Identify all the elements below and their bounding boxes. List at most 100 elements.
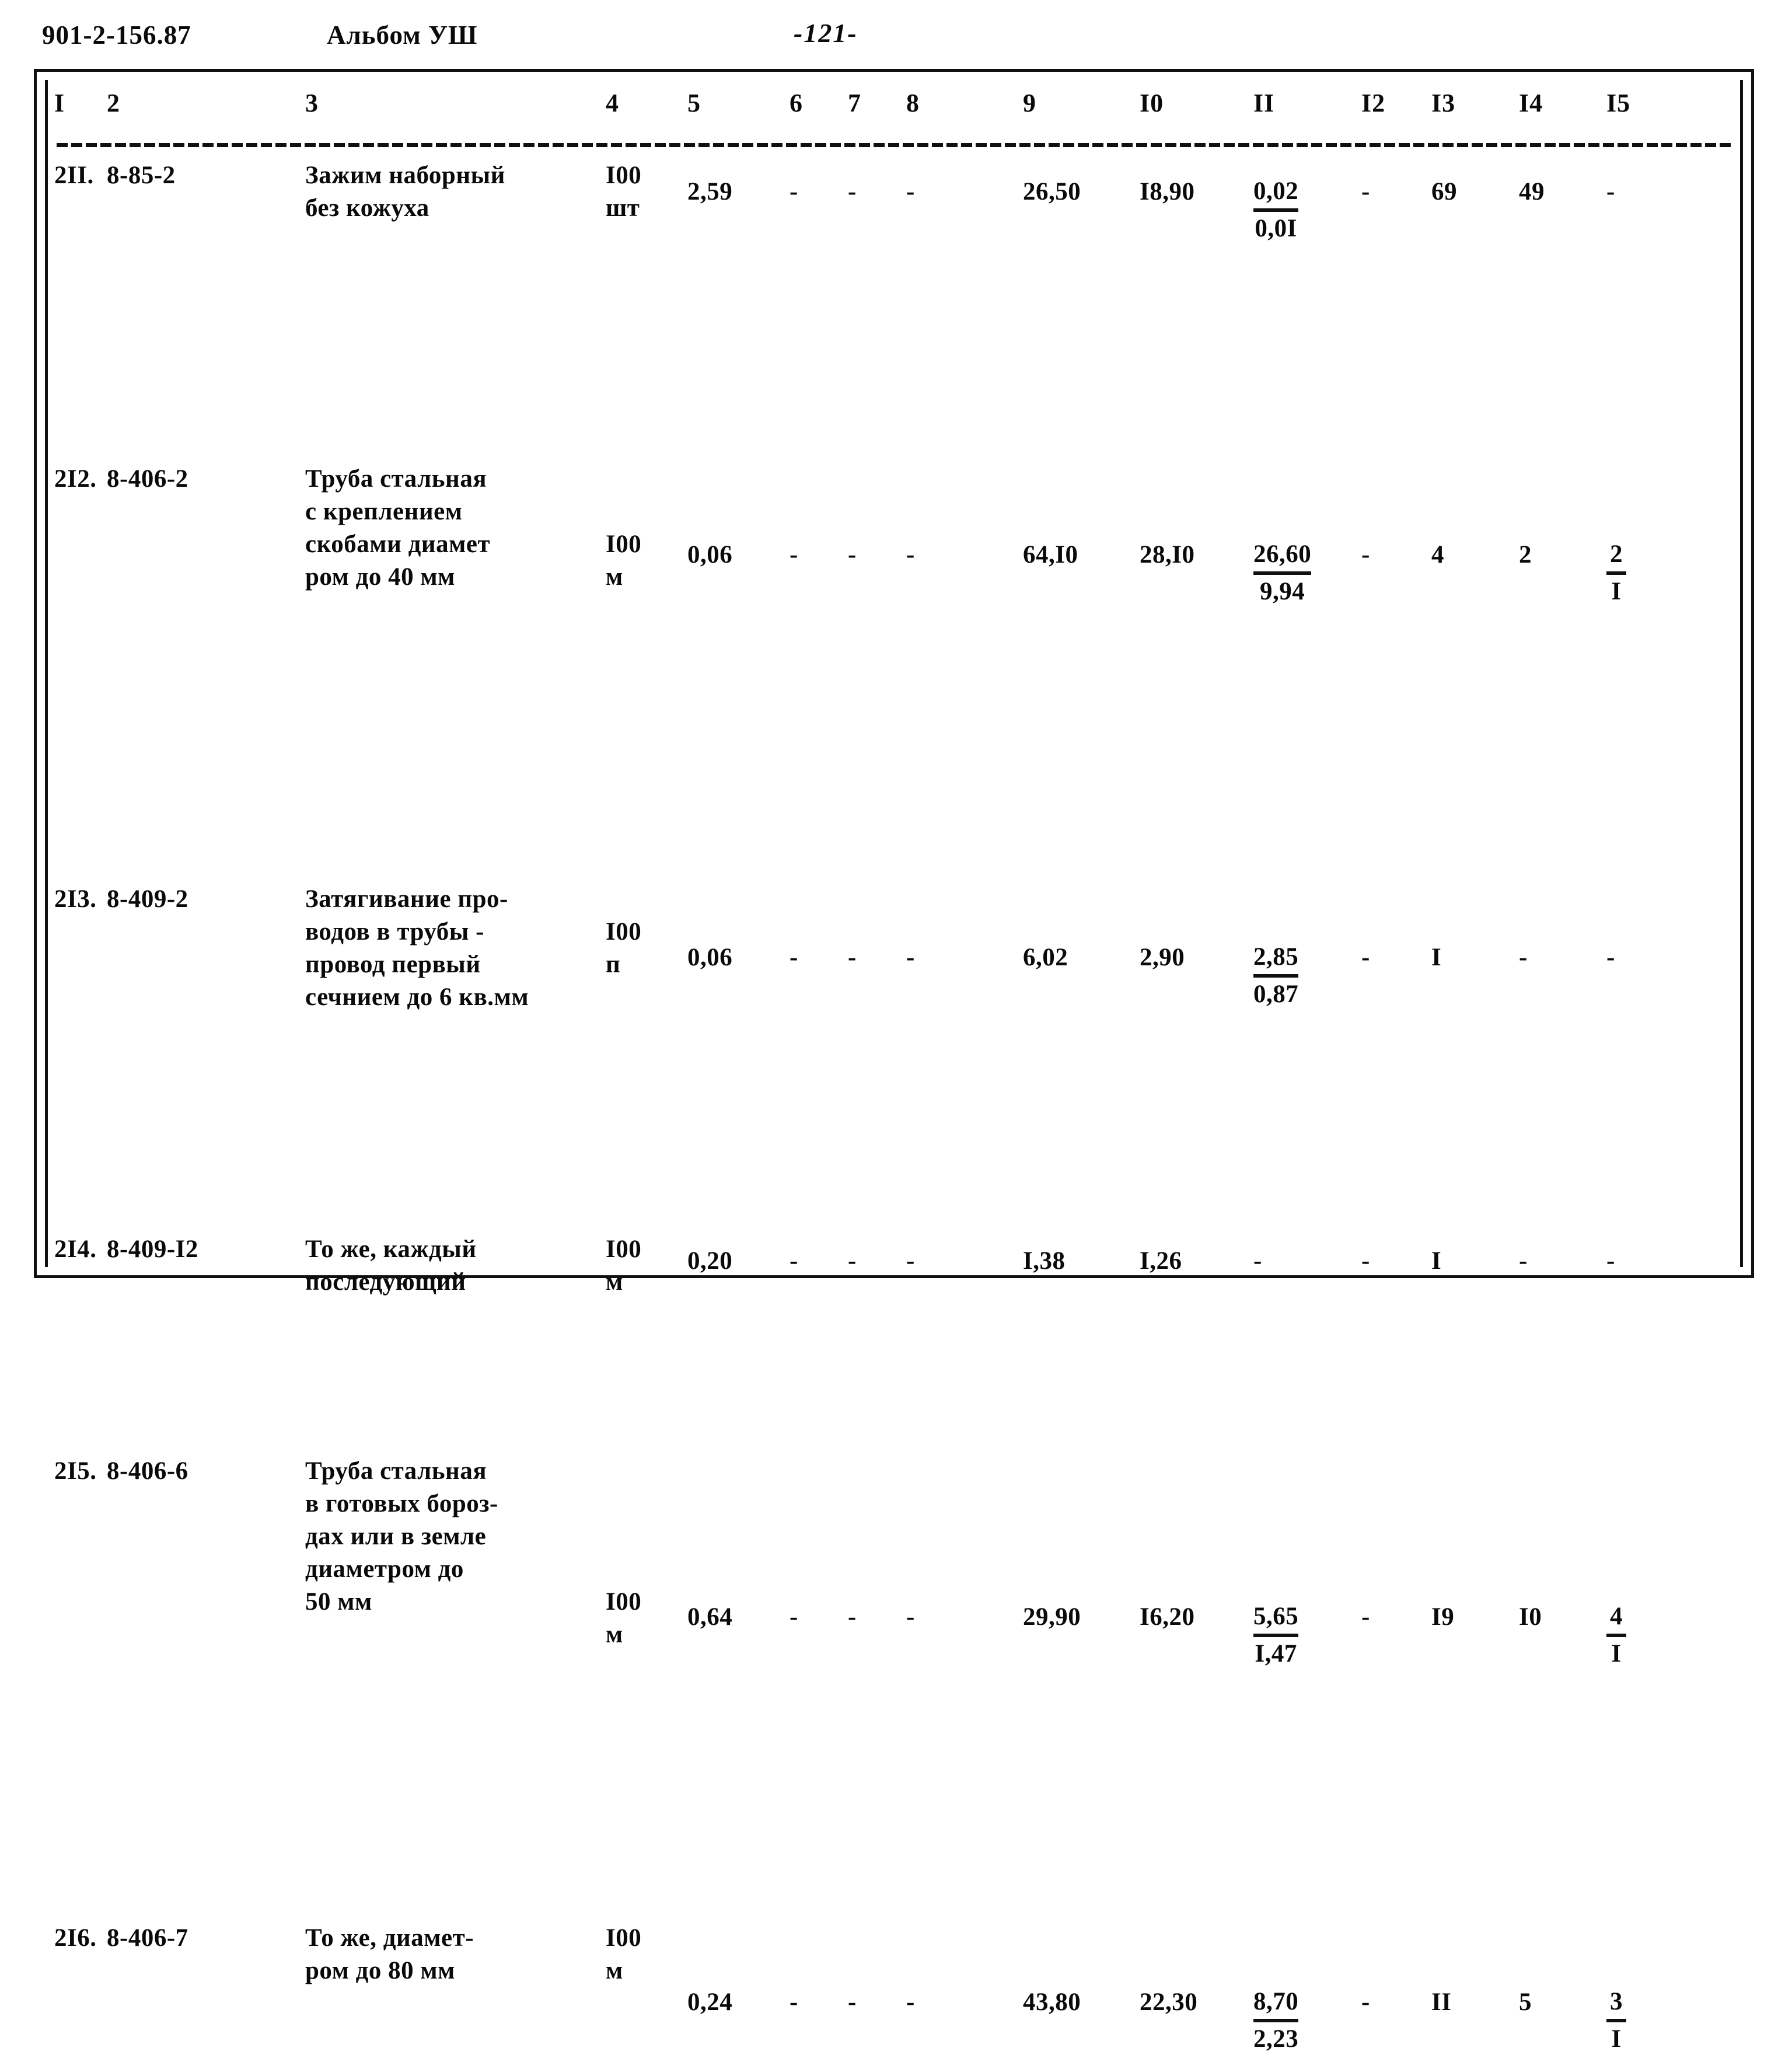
row-unit: I00 м	[606, 1588, 642, 1648]
row-value-col14: I0	[1519, 1603, 1542, 1631]
row-value-col6: -	[790, 178, 798, 205]
column-header-5: 5	[687, 89, 701, 117]
column-header-7: 7	[848, 89, 861, 117]
fraction-denominator: I	[1611, 1640, 1622, 1667]
row-value-col12: -	[1361, 1603, 1370, 1631]
column-header-6: 6	[790, 89, 803, 117]
row-value-col6: -	[790, 1603, 798, 1631]
album-label: Альбом УШ	[327, 20, 478, 50]
row-unit: I00 м	[606, 1924, 642, 1984]
row-value-col7: -	[848, 178, 857, 205]
fraction-numerator: 8,70	[1253, 1986, 1299, 2022]
row-value-col11-fraction: 5,65 I,47	[1253, 1601, 1299, 1670]
row-value-col9: 43,80	[1023, 1988, 1081, 2016]
column-header-13: I3	[1431, 89, 1456, 117]
row-value-col12: -	[1361, 178, 1370, 205]
fraction-numerator: 0,02	[1253, 176, 1299, 212]
row-value-col10: 22,30	[1140, 1988, 1198, 2016]
row-unit: I00 шт	[606, 162, 642, 222]
column-header-8: 8	[906, 89, 920, 117]
fraction-numerator: 5,65	[1253, 1601, 1299, 1637]
row-value-col10: I,26	[1140, 1247, 1182, 1275]
row-description: То же, каждый последующий	[305, 1236, 477, 1296]
fraction-numerator: 3	[1606, 1986, 1626, 2022]
row-value-col8: -	[906, 1988, 915, 2016]
row-value-col9: I,38	[1023, 1247, 1066, 1275]
row-value-col15: -	[1606, 1247, 1615, 1275]
row-value-col9: 26,50	[1023, 178, 1081, 205]
row-value-col7: -	[848, 1603, 857, 1631]
column-header-2: 2	[107, 89, 120, 117]
row-value-col13: I	[1431, 1247, 1442, 1275]
column-header-14: I4	[1519, 89, 1543, 117]
row-value-col5: 2,59	[687, 178, 733, 205]
column-header-1: I	[54, 89, 65, 117]
header-separator-rule	[57, 143, 1731, 147]
row-value-col14: 49	[1519, 178, 1545, 205]
row-value-col8: -	[906, 1247, 915, 1275]
row-position-number: 2I5.	[54, 1457, 97, 1485]
column-header-3: 3	[305, 89, 319, 117]
table-row: 2I4. 8-409-I2 То же, каждый последующий I00…	[37, 696, 1751, 1296]
table-frame: I 2 3 4 5 6 7 8 9 I0 II I2 I3 I4 I5 2II. 8-85-2 Зажим на…	[34, 69, 1754, 2053]
table-row: 2I3. 8-409-2 Затягивание про- водов в труб…	[37, 521, 1751, 1011]
row-value-col9: 29,90	[1023, 1603, 1081, 1631]
fraction-numerator: 4	[1606, 1601, 1626, 1637]
row-norm-code: 8-409-I2	[107, 1236, 198, 1263]
table-body: 2II. 8-85-2 Зажим наборный без кожуха I00 ш…	[37, 159, 1751, 2053]
column-header-11: II	[1253, 89, 1275, 117]
fraction-denominator: I,47	[1255, 1640, 1297, 1667]
row-position-number: 2II.	[54, 162, 94, 189]
row-position-number: 2I2.	[54, 465, 97, 493]
column-header-4: 4	[606, 89, 619, 117]
row-norm-code: 8-406-7	[107, 1924, 188, 1952]
row-position-number: 2I6.	[54, 1924, 97, 1952]
row-norm-code: 8-406-6	[107, 1457, 188, 1485]
row-value-col10: I8,90	[1140, 178, 1195, 205]
row-value-col6: -	[790, 1247, 798, 1275]
row-description: Зажим наборный без кожуха	[305, 162, 505, 222]
column-header-10: I0	[1140, 89, 1164, 117]
row-description: Труба стальная в готовых бороз- дах или …	[305, 1457, 498, 1616]
row-value-col5: 0,20	[687, 1247, 733, 1275]
row-value-col15-fraction: 3I	[1606, 1986, 1626, 2055]
table-row: 2II. 8-85-2 Зажим наборный без кожуха I00 ш…	[37, 159, 1751, 311]
row-value-col13: II	[1431, 1988, 1452, 2016]
fraction-denominator: 2,23	[1253, 2025, 1299, 2053]
row-value-col14: 5	[1519, 1988, 1532, 2016]
row-norm-code: 8-85-2	[107, 162, 176, 189]
table-row: 2I2. 8-406-2 Труба стальная с креплением с…	[37, 311, 1751, 605]
row-value-col14: -	[1519, 1247, 1528, 1275]
column-header-9: 9	[1023, 89, 1036, 117]
row-value-col6: -	[790, 1988, 798, 2016]
row-description: То же, диамет- ром до 80 мм	[305, 1924, 474, 1984]
table-row: 2I6. 8-406-7 То же, диамет- ром до 80 мм I0…	[37, 1041, 1751, 2053]
row-norm-code: 8-406-2	[107, 465, 188, 493]
column-header-12: I2	[1361, 89, 1386, 117]
row-value-col13: 69	[1431, 178, 1457, 205]
row-value-col15-fraction: 4I	[1606, 1601, 1626, 1670]
table-column-header-row: I 2 3 4 5 6 7 8 9 I0 II I2 I3 I4 I5	[37, 87, 1751, 136]
row-position-number: 2I4.	[54, 1236, 97, 1263]
row-value-col5: 0,24	[687, 1988, 733, 2016]
row-unit: I00 м	[606, 1236, 642, 1296]
row-value-col12: -	[1361, 1247, 1370, 1275]
row-value-col8: -	[906, 178, 915, 205]
page-number: -121-	[794, 18, 858, 48]
row-value-col15: -	[1606, 178, 1615, 205]
fraction-denominator: 0,0I	[1255, 215, 1297, 242]
row-value-col7: -	[848, 1247, 857, 1275]
page-header: 901-2-156.87 Альбом УШ -121-	[0, 16, 1792, 64]
fraction-denominator: I	[1611, 2025, 1622, 2053]
row-value-col11: -	[1253, 1247, 1262, 1275]
row-value-col8: -	[906, 1603, 915, 1631]
row-value-col13: I9	[1431, 1603, 1455, 1631]
document-code: 901-2-156.87	[42, 20, 191, 50]
row-value-col12: -	[1361, 1988, 1370, 2016]
row-value-col5: 0,64	[687, 1603, 733, 1631]
row-value-col11-fraction: 8,70 2,23	[1253, 1986, 1299, 2055]
column-header-15: I5	[1606, 89, 1631, 117]
table-row: 2I5. 8-406-6 Труба стальная в готовых боро…	[37, 807, 1751, 1667]
row-value-col7: -	[848, 1988, 857, 2016]
row-value-col10: I6,20	[1140, 1603, 1195, 1631]
